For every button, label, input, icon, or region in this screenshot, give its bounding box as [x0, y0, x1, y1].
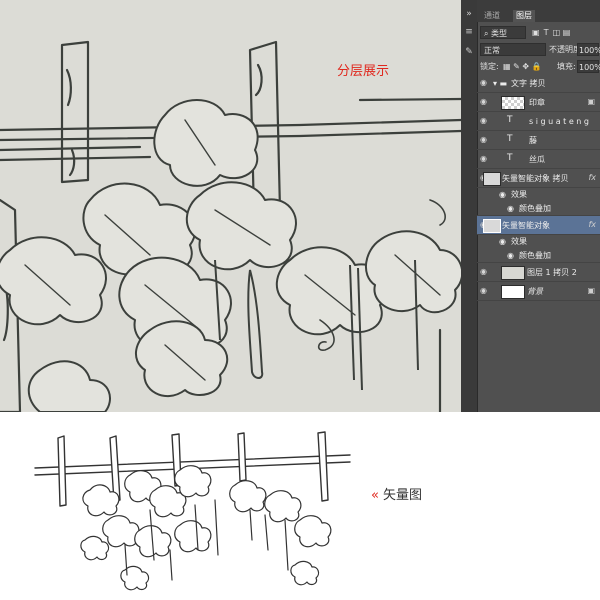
- layer-name: 印章: [529, 98, 545, 107]
- eye-icon[interactable]: ◉: [480, 117, 489, 125]
- vector-label-text: 矢量图: [382, 488, 422, 503]
- layer-row-selected[interactable]: ◉ 矢量智能对象 fx: [477, 216, 600, 235]
- effect-item-row[interactable]: ◉ 颜色叠加: [477, 249, 600, 263]
- blend-mode-select[interactable]: 正常: [480, 43, 546, 56]
- text-layer-icon: T: [507, 115, 513, 125]
- eye-icon[interactable]: ◉: [499, 236, 506, 247]
- text-layer-icon: T: [507, 153, 513, 163]
- smart-object-thumbnail: [483, 172, 501, 186]
- layer-row[interactable]: ◉ 背景 ▣: [477, 282, 600, 301]
- lock-icons[interactable]: ▦ ✎ ✥ 🔒: [503, 61, 542, 73]
- layer-name: 丝瓜: [529, 155, 545, 164]
- kind-filter-select[interactable]: ⌕ 类型: [480, 26, 526, 39]
- lock-label: 锁定:: [480, 62, 499, 71]
- layer-row[interactable]: ◉ 矢量智能对象 拷贝 fx: [477, 169, 600, 188]
- panel-toolstrip: » ≡ ✎: [461, 0, 478, 412]
- eye-icon[interactable]: ◉: [480, 287, 489, 295]
- panel-tabs: 通道 图层: [477, 0, 600, 22]
- filter-icons[interactable]: ▣ Ｔ ◫ ▤: [532, 27, 570, 39]
- eye-icon[interactable]: ◉: [480, 268, 489, 276]
- layers-panel: » ≡ ✎ 通道 图层 ⌕ 类型 ▣ Ｔ ◫ ▤ 正常 不透明度: 100% 锁…: [461, 0, 600, 412]
- eye-icon[interactable]: ◉: [480, 79, 489, 87]
- blend-mode-value: 正常: [484, 46, 500, 55]
- search-icon: ⌕: [484, 29, 489, 38]
- eye-icon[interactable]: ◉: [480, 136, 489, 144]
- eye-icon[interactable]: ◉: [480, 155, 489, 163]
- layer-row[interactable]: ◉ T 藤: [477, 131, 600, 150]
- layer-row[interactable]: ◉ 图层 1 拷贝 2: [477, 263, 600, 282]
- effects-row[interactable]: ◉ 效果: [477, 188, 600, 202]
- fill-label: 填充:: [557, 62, 576, 71]
- chevron-left-icon: «: [371, 488, 379, 503]
- layer-name: 颜色叠加: [519, 204, 551, 213]
- blend-row: 正常 不透明度: 100%: [477, 41, 600, 58]
- lock-icon: ▣: [587, 97, 595, 106]
- layer-thumbnail: [501, 285, 525, 299]
- layer-name: 文字 拷贝: [511, 79, 546, 88]
- kind-filter-value: 类型: [491, 29, 508, 38]
- layer-name: 效果: [511, 190, 527, 199]
- layer-name: 藤: [529, 136, 537, 145]
- layer-row[interactable]: ◉ T s i g u a t e n g: [477, 112, 600, 131]
- eye-icon[interactable]: ◉: [507, 203, 514, 214]
- layer-name: 背景: [527, 287, 543, 296]
- filter-row: ⌕ 类型 ▣ Ｔ ◫ ▤: [477, 24, 600, 41]
- layer-name: 图层 1 拷贝 2: [527, 268, 577, 277]
- vector-label: «矢量图: [371, 484, 422, 503]
- layer-row[interactable]: ◉ T 丝瓜: [477, 150, 600, 169]
- fx-icon[interactable]: fx: [588, 173, 596, 182]
- layer-name: 矢量智能对象: [502, 221, 550, 230]
- effect-item-row[interactable]: ◉ 颜色叠加: [477, 202, 600, 216]
- eye-icon[interactable]: ◉: [507, 250, 514, 261]
- history-icon[interactable]: ≡: [463, 26, 475, 38]
- layer-name: 矢量智能对象 拷贝: [502, 174, 569, 183]
- brush-icon[interactable]: ✎: [463, 46, 475, 58]
- layer-row[interactable]: ◉ 印章 ▣: [477, 93, 600, 112]
- effects-row[interactable]: ◉ 效果: [477, 235, 600, 249]
- eye-icon[interactable]: ◉: [480, 98, 489, 106]
- folder-icon: ▾ ▬: [493, 79, 508, 88]
- tab-layers[interactable]: 图层: [513, 10, 535, 22]
- opacity-input[interactable]: 100%: [577, 43, 600, 56]
- illustration-zoomed: [0, 40, 461, 412]
- layer-row[interactable]: ◉ ▾ ▬ 文字 拷贝: [477, 74, 600, 93]
- document-canvas[interactable]: 分层展示: [0, 0, 461, 412]
- vector-illustration: [34, 431, 351, 591]
- tab-channels[interactable]: 通道: [481, 10, 503, 22]
- text-layer-icon: T: [507, 134, 513, 144]
- fx-icon[interactable]: fx: [588, 220, 596, 229]
- lock-icon: ▣: [587, 286, 595, 295]
- layer-name: 效果: [511, 237, 527, 246]
- canvas-title: 分层展示: [337, 64, 390, 79]
- layer-name: s i g u a t e n g: [529, 117, 589, 126]
- eye-icon[interactable]: ◉: [499, 189, 506, 200]
- layer-thumbnail: [501, 266, 525, 280]
- layer-thumbnail: [501, 96, 525, 110]
- layers-panel-main: 通道 图层 ⌕ 类型 ▣ Ｔ ◫ ▤ 正常 不透明度: 100% 锁定: ▦ ✎…: [477, 0, 600, 412]
- lock-row: 锁定: ▦ ✎ ✥ 🔒 填充: 100%: [477, 58, 600, 75]
- fill-input[interactable]: 100%: [577, 60, 600, 73]
- layer-name: 颜色叠加: [519, 251, 551, 260]
- smart-object-thumbnail: [483, 219, 501, 233]
- double-arrow-icon[interactable]: »: [463, 8, 475, 20]
